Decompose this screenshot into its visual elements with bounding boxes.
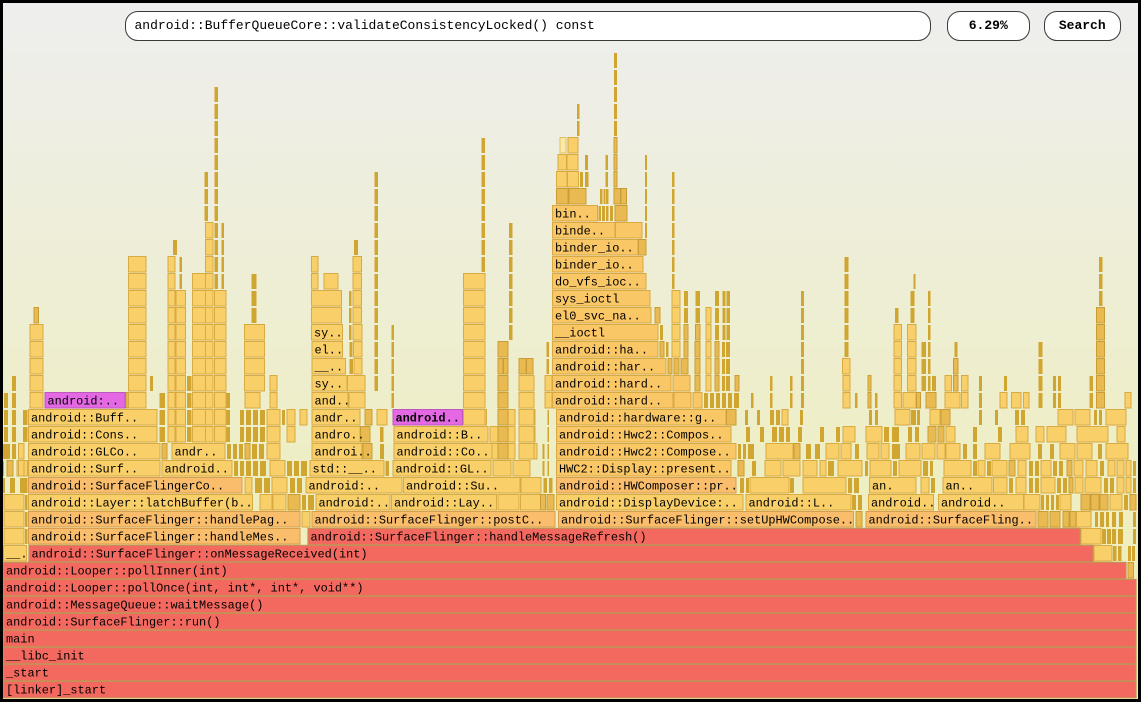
svg-text:android..: android.. — [165, 463, 229, 477]
svg-text:android::GL..: android::GL.. — [396, 463, 489, 477]
svg-text:android::hard..: android::hard.. — [555, 395, 662, 409]
svg-text:android::Lay..: android::Lay.. — [394, 497, 494, 511]
svg-text:android::MessageQueue::waitMes: android::MessageQueue::waitMessage() — [6, 599, 263, 613]
svg-text:android::Buff..: android::Buff.. — [31, 412, 138, 426]
svg-text:android::Co..: android::Co.. — [397, 446, 490, 460]
svg-text:binde..: binde.. — [555, 225, 605, 239]
svg-text:android::hard..: android::hard.. — [555, 378, 662, 392]
svg-text:android::Looper::pollInner(int: android::Looper::pollInner(int) — [6, 565, 228, 579]
svg-text:sy..: sy.. — [314, 327, 343, 341]
svg-text:android::hardware::g..: android::hardware::g.. — [559, 412, 716, 426]
svg-text:android::Layer::latchBuffer(b.: android::Layer::latchBuffer(b.. — [31, 497, 253, 511]
svg-text:android::SurfaceFlinger::handl: android::SurfaceFlinger::handleMes.. — [31, 531, 288, 545]
svg-text:HWC2::Display::present..: HWC2::Display::present.. — [559, 463, 731, 477]
svg-text:an..: an.. — [946, 480, 975, 494]
svg-text:android..: android.. — [941, 497, 1005, 511]
svg-text:android..: android.. — [396, 412, 460, 426]
svg-text:android::Su..: android::Su.. — [406, 480, 499, 494]
svg-text:__ioctl: __ioctl — [554, 327, 605, 341]
svg-text:__.: __. — [5, 548, 27, 562]
svg-text:android::SurfaceFlinger::handl: android::SurfaceFlinger::handlePag.. — [31, 514, 288, 528]
svg-text:android::SurfaceFlinger::postC: android::SurfaceFlinger::postC.. — [315, 514, 544, 528]
svg-text:android::Looper::pollOnce(int,: android::Looper::pollOnce(int, int*, int… — [6, 582, 364, 596]
svg-text:android::DisplayDevice:..: android::DisplayDevice:.. — [559, 497, 738, 511]
svg-text:binder_io..: binder_io.. — [555, 242, 634, 256]
svg-text:bin..: bin.. — [555, 208, 591, 222]
svg-text:do_vfs_ioc..: do_vfs_ioc.. — [555, 276, 641, 290]
svg-text:andro..: andro.. — [315, 429, 365, 443]
svg-text:main: main — [6, 633, 35, 647]
svg-text:android::B..: android::B.. — [397, 429, 483, 443]
svg-text:android::SurfaceFlingerCo..: android::SurfaceFlingerCo.. — [31, 480, 224, 494]
svg-text:android::SurfaceFling..: android::SurfaceFling.. — [869, 514, 1034, 528]
svg-text:android:..: android:.. — [48, 395, 120, 409]
svg-text:el0_svc_na..: el0_svc_na.. — [555, 310, 641, 324]
svg-text:android::Surf..: android::Surf.. — [31, 463, 138, 477]
svg-text:android::HWComposer::pr..: android::HWComposer::pr.. — [559, 480, 738, 494]
svg-text:binder_io..: binder_io.. — [555, 259, 634, 273]
svg-text:android:..: android:.. — [309, 480, 381, 494]
svg-text:sys_ioctl: sys_ioctl — [555, 293, 619, 307]
svg-text:androi..: androi.. — [315, 446, 372, 460]
svg-text:android..: android.. — [871, 497, 935, 511]
svg-text:android::SurfaceFlinger::handl: android::SurfaceFlinger::handleMessageRe… — [311, 531, 647, 545]
svg-text:android::SurfaceFlinger::setUp: android::SurfaceFlinger::setUpHWCompose.… — [561, 514, 854, 528]
svg-text:andr..: andr.. — [175, 446, 218, 460]
svg-text:android::SurfaceFlinger::run(): android::SurfaceFlinger::run() — [6, 616, 221, 630]
svg-text:android::har..: android::har.. — [555, 361, 655, 375]
svg-text:android:..: android:.. — [319, 497, 391, 511]
svg-text:andr..: andr.. — [315, 412, 358, 426]
svg-text:[linker]_start: [linker]_start — [6, 684, 106, 698]
svg-text:std::__..: std::__.. — [313, 463, 377, 477]
svg-text:and..: and.. — [315, 395, 351, 409]
svg-text:__libc_init: __libc_init — [5, 650, 85, 664]
svg-text:sy..: sy.. — [315, 378, 344, 392]
svg-text:android::Cons..: android::Cons.. — [31, 429, 138, 443]
svg-text:android::L..: android::L.. — [749, 497, 835, 511]
svg-text:_start: _start — [5, 667, 49, 681]
svg-text:android::ha..: android::ha.. — [555, 344, 648, 358]
svg-text:android::SurfaceFlinger::onMes: android::SurfaceFlinger::onMessageReceiv… — [32, 548, 368, 562]
svg-text:android::GLCo..: android::GLCo.. — [31, 446, 138, 460]
svg-text:android::Hwc2::Compose..: android::Hwc2::Compose.. — [559, 446, 731, 460]
svg-text:__..: __.. — [314, 361, 344, 375]
svg-text:el..: el.. — [315, 344, 344, 358]
svg-text:android::Hwc2::Compos..: android::Hwc2::Compos.. — [559, 429, 724, 443]
svg-text:an.: an. — [872, 480, 894, 494]
